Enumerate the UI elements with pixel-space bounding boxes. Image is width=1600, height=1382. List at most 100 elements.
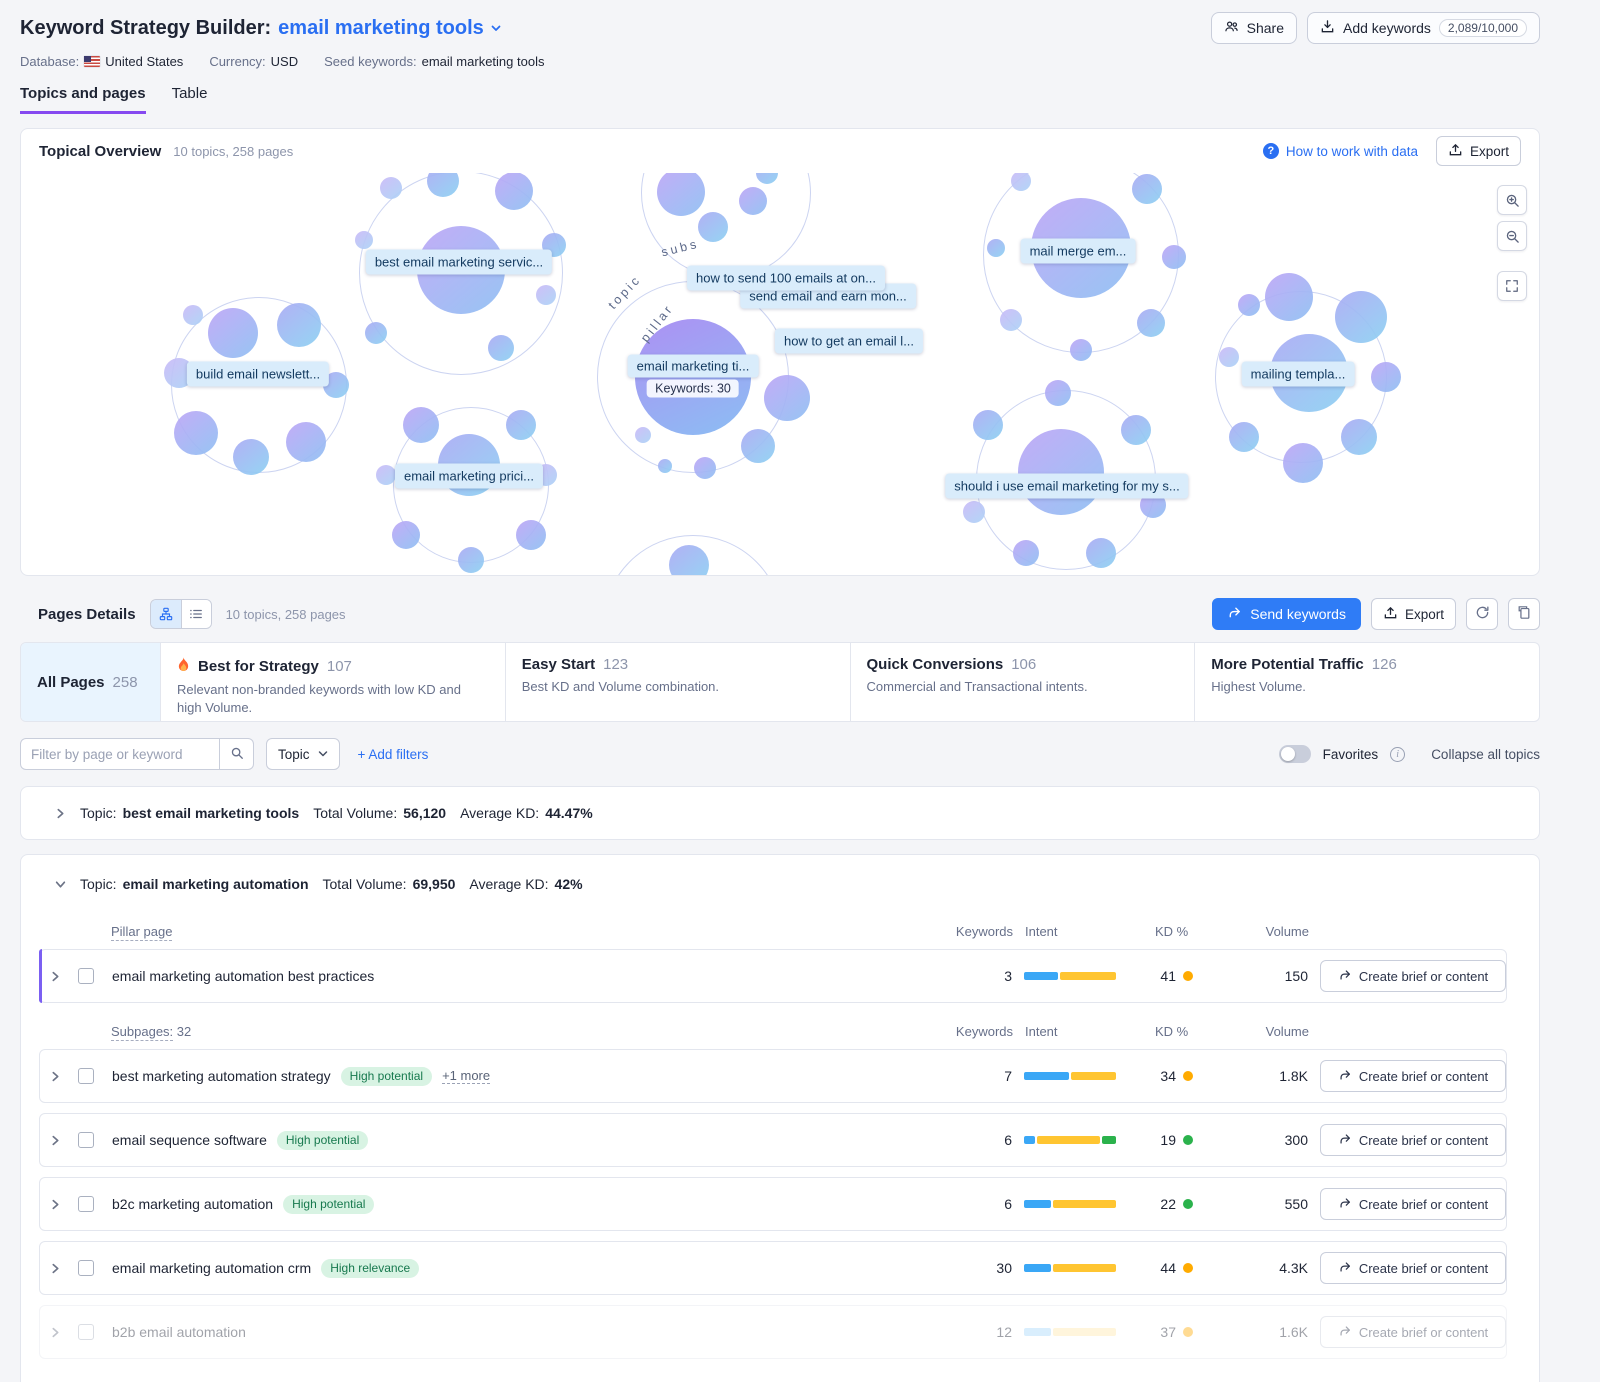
clipboard-button[interactable] [1508, 598, 1540, 630]
row-checkbox[interactable] [78, 1132, 94, 1148]
add-filters-link[interactable]: + Add filters [358, 747, 429, 762]
refresh-button[interactable] [1466, 598, 1498, 630]
page-bubble[interactable] [987, 239, 1005, 257]
page-bubble[interactable] [1335, 291, 1387, 343]
page-keyword-filter-input[interactable] [20, 738, 220, 770]
page-bubble[interactable] [286, 422, 326, 462]
page-bubble[interactable] [174, 411, 218, 455]
collapse-all-topics-link[interactable]: Collapse all topics [1431, 747, 1540, 762]
add-keywords-button[interactable]: Add keywords 2,089/10,000 [1307, 12, 1540, 44]
page-bubble[interactable] [233, 439, 269, 475]
info-icon[interactable]: i [1390, 747, 1405, 762]
expand-row-chevron[interactable] [40, 1071, 62, 1082]
expand-row-chevron[interactable] [40, 1199, 62, 1210]
create-brief-button[interactable]: Create brief or content [1320, 1252, 1506, 1284]
topic-header[interactable]: Topic:email marketing automation Total V… [21, 855, 1539, 913]
row-checkbox[interactable] [78, 1324, 94, 1340]
page-bubble[interactable] [1229, 422, 1259, 452]
row-checkbox[interactable] [78, 968, 94, 984]
create-brief-button[interactable]: Create brief or content [1320, 1316, 1506, 1348]
page-bubble[interactable] [1086, 538, 1116, 568]
share-button[interactable]: Share [1211, 12, 1297, 44]
expand-row-chevron[interactable] [40, 971, 62, 982]
page-title-link[interactable]: best marketing automation strategy [112, 1068, 331, 1084]
page-bubble[interactable] [1013, 540, 1039, 566]
page-bubble[interactable] [741, 429, 775, 463]
topic-bubble-map[interactable]: subs topic pillar build email newslett..… [21, 173, 1539, 575]
how-to-work-with-data-link[interactable]: ? How to work with data [1263, 143, 1418, 159]
row-checkbox[interactable] [78, 1196, 94, 1212]
more-badges-link[interactable]: +1 more [442, 1068, 490, 1084]
page-bubble[interactable] [516, 520, 546, 550]
expand-row-chevron[interactable] [40, 1327, 62, 1338]
filter-card-easy-start[interactable]: Easy Start123 Best KD and Volume combina… [506, 643, 851, 721]
topic-chip-pricing[interactable]: email marketing prici... [395, 464, 543, 489]
page-bubble[interactable] [488, 335, 514, 361]
page-bubble[interactable] [536, 285, 556, 305]
expand-row-chevron[interactable] [40, 1135, 62, 1146]
page-bubble[interactable] [183, 305, 203, 325]
page-bubble[interactable] [739, 187, 767, 215]
page-title-link[interactable]: email marketing automation crm [112, 1260, 311, 1276]
zoom-in-button[interactable] [1497, 185, 1527, 215]
page-bubble[interactable] [1121, 415, 1151, 445]
page-bubble[interactable] [458, 547, 484, 573]
project-selector[interactable]: email marketing tools [278, 17, 502, 40]
topic-header[interactable]: Topic:best email marketing tools Total V… [21, 787, 1539, 839]
page-chip-get-email-list[interactable]: how to get an email l... [775, 329, 923, 354]
page-bubble[interactable] [1238, 294, 1260, 316]
overview-export-button[interactable]: Export [1436, 136, 1521, 166]
page-chip-send-100-emails[interactable]: how to send 100 emails at on... [687, 266, 885, 291]
page-bubble[interactable] [1045, 380, 1071, 406]
filter-card-quick-conversions[interactable]: Quick Conversions106 Commercial and Tran… [851, 643, 1196, 721]
page-bubble[interactable] [355, 231, 373, 249]
topic-chip-should-use[interactable]: should i use email marketing for my s... [945, 474, 1188, 499]
filter-card-more-potential-traffic[interactable]: More Potential Traffic126 Highest Volume… [1195, 643, 1539, 721]
list-view-button[interactable] [181, 600, 211, 628]
topic-bubble[interactable] [1018, 429, 1104, 515]
chevron-right-icon[interactable] [47, 808, 66, 819]
page-bubble[interactable] [1162, 245, 1186, 269]
topic-chip-mail-merge[interactable]: mail merge em... [1021, 239, 1136, 264]
page-bubble[interactable] [963, 501, 985, 523]
page-bubble[interactable] [1283, 443, 1323, 483]
page-bubble[interactable] [973, 410, 1003, 440]
row-checkbox[interactable] [78, 1068, 94, 1084]
page-bubble[interactable] [277, 303, 321, 347]
page-title-link[interactable]: email marketing automation best practice… [112, 968, 374, 984]
page-bubble[interactable] [495, 173, 533, 210]
page-bubble[interactable] [1219, 347, 1239, 367]
tree-view-button[interactable] [151, 600, 181, 628]
tab-topics-and-pages[interactable]: Topics and pages [20, 85, 146, 114]
pages-export-button[interactable]: Export [1371, 598, 1456, 630]
row-checkbox[interactable] [78, 1260, 94, 1276]
page-bubble[interactable] [506, 410, 536, 440]
page-bubble[interactable] [208, 308, 258, 358]
topic-chip-mailing-templates[interactable]: mailing templa... [1242, 362, 1355, 387]
page-bubble[interactable] [365, 322, 387, 344]
page-bubble[interactable] [698, 212, 728, 242]
page-bubble[interactable] [764, 375, 810, 421]
tab-table[interactable]: Table [172, 85, 208, 114]
page-bubble[interactable] [1265, 273, 1313, 321]
page-bubble[interactable] [376, 465, 396, 485]
create-brief-button[interactable]: Create brief or content [1320, 1188, 1506, 1220]
search-button[interactable] [220, 738, 254, 770]
page-bubble[interactable] [658, 459, 672, 473]
page-bubble[interactable] [635, 427, 651, 443]
page-bubble[interactable] [694, 457, 716, 479]
page-bubble[interactable] [380, 177, 402, 199]
filter-card-all-pages[interactable]: All Pages258 [21, 643, 161, 721]
page-bubble[interactable] [1132, 174, 1162, 204]
favorites-toggle[interactable] [1279, 745, 1311, 763]
create-brief-button[interactable]: Create brief or content [1320, 960, 1506, 992]
page-bubble[interactable] [1137, 309, 1165, 337]
create-brief-button[interactable]: Create brief or content [1320, 1060, 1506, 1092]
topic-chip-build-newsletter[interactable]: build email newslett... [187, 362, 329, 387]
pillar-topic-label[interactable]: email marketing ti... Keywords: 30 [628, 355, 759, 398]
fit-to-screen-button[interactable] [1497, 271, 1527, 301]
page-bubble[interactable] [1070, 339, 1092, 361]
page-bubble[interactable] [1371, 362, 1401, 392]
chevron-down-icon[interactable] [47, 879, 66, 890]
page-bubble[interactable] [1000, 309, 1022, 331]
